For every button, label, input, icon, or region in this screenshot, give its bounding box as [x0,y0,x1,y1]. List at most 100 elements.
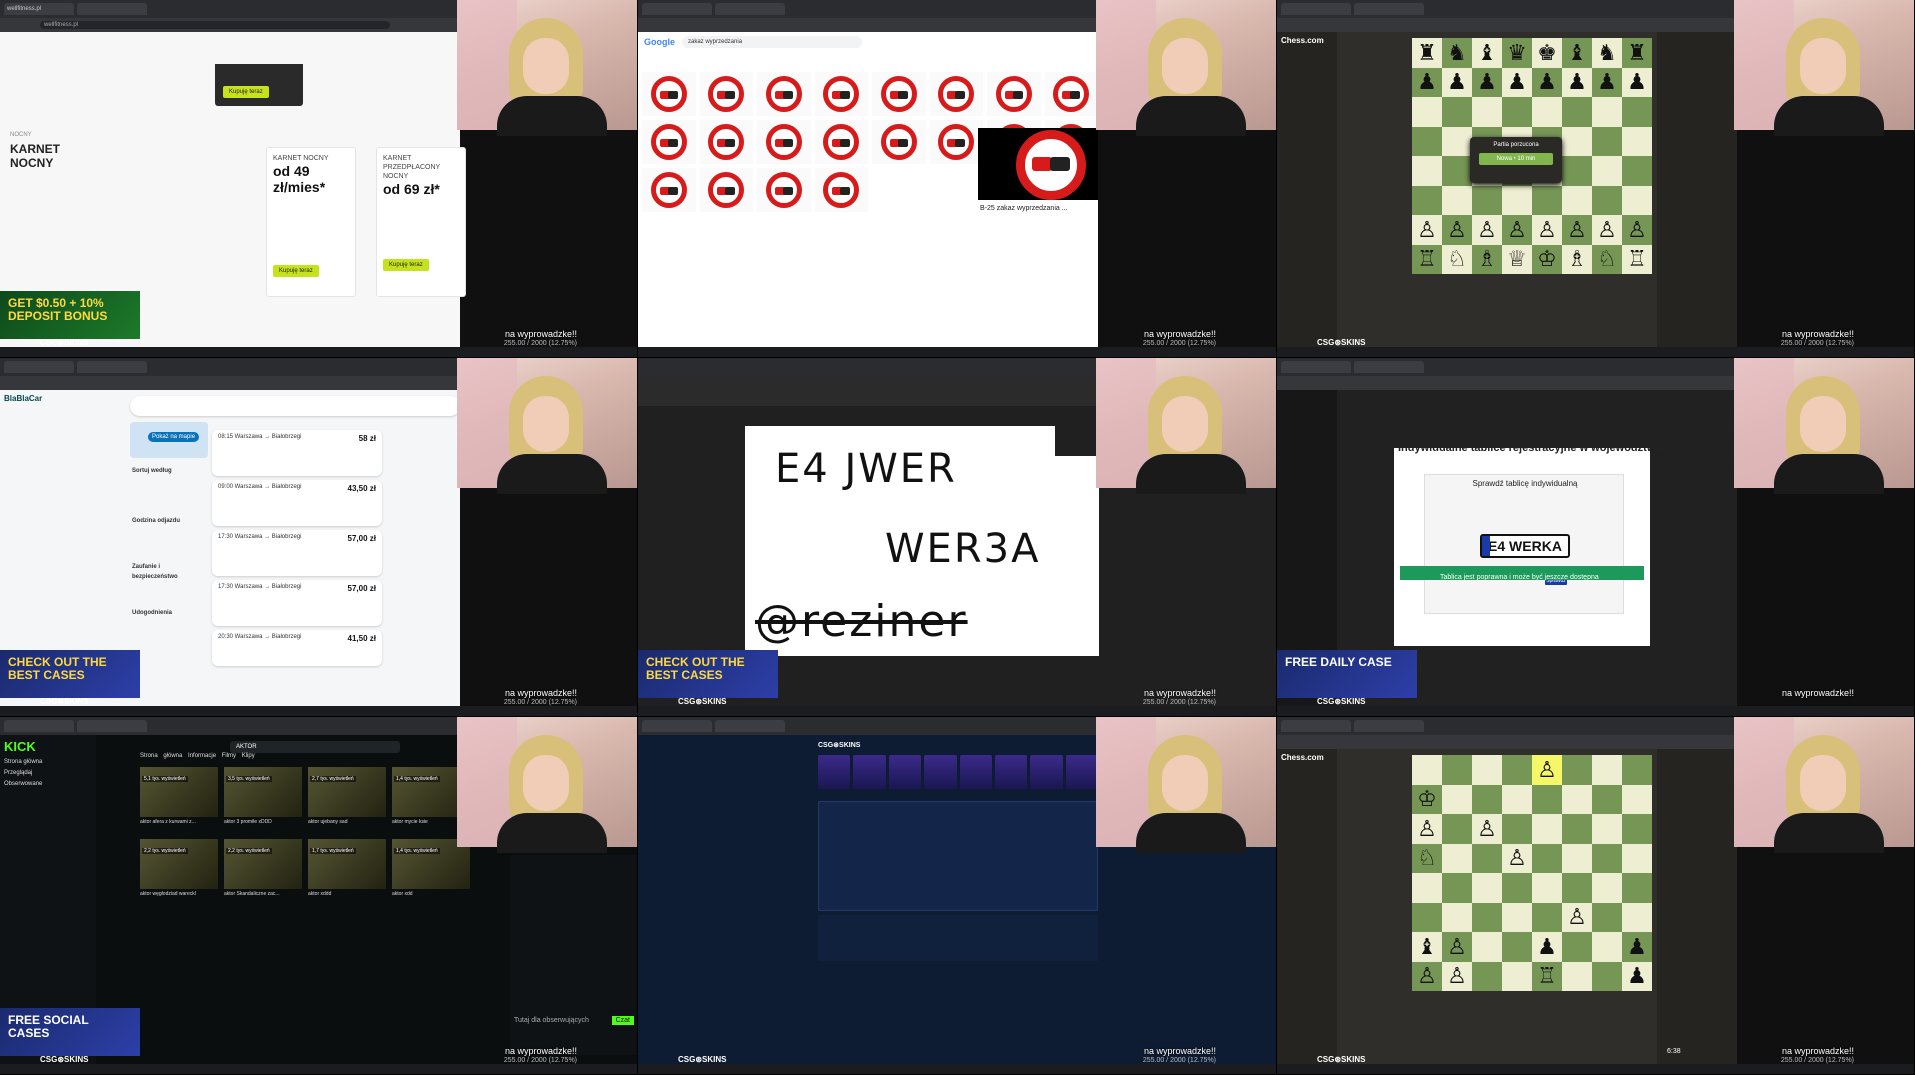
ad-banner[interactable]: CHECK OUT THE BEST CASES [638,650,778,698]
image-result[interactable] [757,168,811,212]
browser-tab[interactable] [1281,720,1351,732]
board-square[interactable] [1562,814,1592,844]
board-square[interactable]: ♟ [1442,67,1472,97]
board-square[interactable] [1532,784,1562,814]
board-square[interactable]: ♙ [1622,215,1652,245]
board-square[interactable] [1592,843,1622,873]
board-square[interactable]: ♝ [1412,932,1442,962]
board-square[interactable]: ♟ [1532,932,1562,962]
ride-card[interactable]: 17:30 Warszawa → Białobrzegi 57,00 zł [212,580,382,626]
nav-item[interactable]: Przeglądaj [4,770,92,776]
board-square[interactable] [1592,902,1622,932]
board-square[interactable] [1472,961,1502,991]
board-square[interactable] [1442,97,1472,127]
board-square[interactable] [1622,902,1652,932]
board-square[interactable] [1592,97,1622,127]
board-square[interactable]: ♙ [1562,215,1592,245]
board-square[interactable] [1442,814,1472,844]
chess-piece-icon[interactable]: ♟ [1477,71,1497,93]
clip-card[interactable]: 2,2 tys. wyświetleń aktor Skandaliczne za… [224,839,302,905]
ad-banner[interactable]: GET $0.50 + 10% DEPOSIT BONUS [0,291,140,339]
board-square[interactable]: ♖ [1622,244,1652,274]
chess-piece-icon[interactable]: ♙ [1417,218,1437,241]
board-square[interactable] [1502,873,1532,903]
chess-piece-icon[interactable]: ♔ [1417,788,1437,810]
ride-search-bar[interactable] [130,396,460,416]
board-square[interactable] [1472,902,1502,932]
board-square[interactable]: ♜ [1412,38,1442,68]
new-game-button[interactable]: Nowa • 10 min [1479,153,1553,165]
image-result[interactable] [642,120,696,164]
image-result[interactable] [814,120,868,164]
ad-banner[interactable]: FREE DAILY CASE [1277,650,1417,698]
board-square[interactable]: ♟ [1412,67,1442,97]
board-square[interactable] [1622,784,1652,814]
board-square[interactable]: ♟ [1622,67,1652,97]
image-result[interactable] [872,72,926,116]
clip-card[interactable]: 3,5 tys. wyświetleń aktor 3 promile xDDD [224,767,302,833]
ride-card[interactable]: 20:30 Warszawa → Białobrzegi 41,50 zł [212,630,382,666]
chess-piece-icon[interactable]: ♙ [1477,218,1497,241]
chess-piece-icon[interactable]: ♟ [1627,935,1647,958]
chess-piece-icon[interactable]: ♜ [1417,41,1437,64]
board-square[interactable] [1622,97,1652,127]
board-square[interactable] [1412,185,1442,215]
chess-piece-icon[interactable]: ♔ [1537,248,1557,270]
browser-tab[interactable] [4,720,74,732]
browser-tab[interactable] [77,720,147,732]
board-square[interactable] [1442,784,1472,814]
image-result[interactable] [929,72,983,116]
chess-piece-icon[interactable]: ♟ [1627,965,1647,987]
chess-piece-icon[interactable]: ♝ [1567,41,1587,64]
chess-piece-icon[interactable]: ♙ [1447,965,1467,987]
board-square[interactable] [1442,873,1472,903]
board-square[interactable] [1502,814,1532,844]
csgo-logo[interactable]: CSG⊛SKINS [818,741,860,749]
board-square[interactable] [1472,932,1502,962]
board-square[interactable] [1412,126,1442,156]
board-square[interactable] [1592,156,1622,186]
board-square[interactable] [1592,961,1622,991]
board-square[interactable]: ♙ [1412,814,1442,844]
board-square[interactable]: ♗ [1562,244,1592,274]
browser-tab[interactable] [1354,720,1424,732]
board-square[interactable] [1502,961,1532,991]
chess-piece-icon[interactable]: ♙ [1477,817,1497,840]
board-square[interactable] [1622,185,1652,215]
image-result[interactable] [814,72,868,116]
board-square[interactable]: ♙ [1532,755,1562,785]
browser-tab[interactable] [77,361,147,373]
board-square[interactable] [1592,185,1622,215]
chess-piece-icon[interactable]: ♟ [1537,935,1557,958]
board-square[interactable] [1472,784,1502,814]
board-square[interactable] [1562,873,1592,903]
board-square[interactable] [1622,126,1652,156]
chess-piece-icon[interactable]: ♞ [1447,41,1467,64]
image-result[interactable] [757,72,811,116]
board-square[interactable]: ♟ [1622,932,1652,962]
chess-piece-icon[interactable]: ♝ [1417,935,1437,958]
board-square[interactable]: ♜ [1622,38,1652,68]
board-square[interactable]: ♙ [1562,902,1592,932]
case-thumb[interactable] [888,755,922,789]
browser-tab[interactable] [1354,361,1424,373]
chess-piece-icon[interactable]: ♚ [1537,41,1557,64]
board-square[interactable] [1622,755,1652,785]
image-result[interactable] [1044,72,1098,116]
browser-tab[interactable] [715,3,785,15]
chess-piece-icon[interactable]: ♗ [1567,248,1587,270]
board-square[interactable] [1412,156,1442,186]
chess-piece-icon[interactable]: ♙ [1417,965,1437,987]
preview-caption[interactable]: B-25 zakaz wyprzedzania ... [980,204,1068,213]
board-square[interactable] [1592,784,1622,814]
board-square[interactable] [1592,873,1622,903]
board-square[interactable]: ♔ [1412,784,1442,814]
board-square[interactable]: ♙ [1442,215,1472,245]
board-square[interactable] [1502,932,1532,962]
board-square[interactable]: ♝ [1472,38,1502,68]
board-square[interactable] [1622,843,1652,873]
clip-card[interactable]: 1,4 tys. wyświetleń aktor xdd [392,839,470,905]
browser-tab[interactable] [77,3,147,15]
board-square[interactable] [1622,814,1652,844]
board-square[interactable]: ♟ [1472,67,1502,97]
